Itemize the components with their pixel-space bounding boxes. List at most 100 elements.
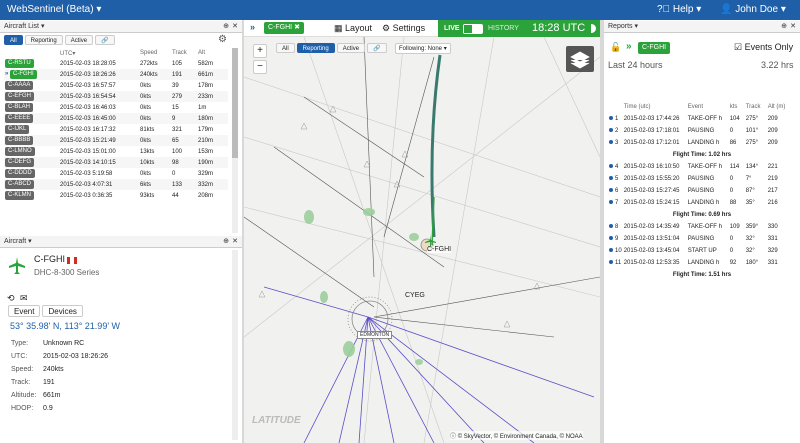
table-row[interactable]: C-BLAH 2015-02-03 16:46:03 0kts 15 1m	[4, 102, 228, 113]
table-row[interactable]: » C-FGHI 2015-02-03 18:26:26 240kts 191 661m	[4, 69, 228, 80]
callsign-badge[interactable]: C-FGHI	[10, 70, 37, 79]
callsign-badge[interactable]: C-AAAA	[5, 81, 34, 90]
callsign-badge[interactable]: C-DEFG	[5, 158, 34, 167]
report-row[interactable]: 1 2015-02-03 17:44:26 TAKE-OFF h 104 275° 209	[608, 113, 796, 125]
callsign-badge[interactable]: C-EFGH	[5, 92, 34, 101]
close-icon[interactable]: ✕	[232, 21, 238, 33]
table-row[interactable]: C-DDDD 2015-02-03 5:19:58 0kts 0 329m	[4, 168, 228, 179]
settings-button[interactable]: ⚙ Settings	[382, 23, 425, 34]
callsign-badge[interactable]: C-RSTU	[5, 59, 34, 68]
following-dropdown[interactable]: Following: None ▾	[395, 43, 451, 54]
report-row[interactable]: 10 2015-02-03 13:45:04 START UP 0 32° 329	[608, 245, 796, 257]
table-row[interactable]: C-IJKL 2015-02-03 16:17:32 81kts 321 179m	[4, 124, 228, 135]
map-tab-active[interactable]: Active	[336, 43, 366, 53]
table-row[interactable]: C-LMNO 2015-02-03 15:01:00 13kts 100 153m	[4, 146, 228, 157]
callsign-badge[interactable]: C-KLMN	[5, 191, 35, 200]
map-attribution: ⓘ © SkyVector, © Environment Canada, © N…	[450, 431, 583, 440]
link-icon[interactable]: 🔗	[95, 35, 115, 45]
utc-clock: 18:28 UTC	[532, 22, 586, 34]
callsign-badge[interactable]: C-DDDD	[5, 169, 35, 178]
zoom-in-button[interactable]: +	[253, 44, 267, 58]
tab-all[interactable]: All	[4, 35, 23, 45]
gear-icon[interactable]: ⚙	[218, 34, 227, 45]
live-history-toggle[interactable]	[463, 24, 483, 34]
report-row[interactable]: 6 2015-02-03 15:27:45 PAUSING 0 87° 217	[608, 185, 796, 197]
close-icon[interactable]: ✕	[790, 21, 796, 33]
report-kts: 0	[729, 248, 734, 254]
pin-icon[interactable]: ⊕	[223, 21, 229, 33]
table-row[interactable]: C-ABCD 2015-02-03 4:07:31 6kts 133 332m	[4, 179, 228, 190]
report-kts: 88	[729, 200, 737, 206]
close-icon[interactable]: ✕	[232, 236, 238, 248]
table-row[interactable]: C-KLMN 2015-02-03 0:36:35 93kts 44 208m	[4, 190, 228, 201]
report-row[interactable]: 4 2015-02-03 16:10:50 TAKE-OFF h 114 134° 221	[608, 161, 796, 173]
help-menu[interactable]: ?⃝ Help ▾	[657, 4, 701, 15]
zoom-out-button[interactable]: −	[253, 60, 267, 74]
col-alt[interactable]: Alt	[197, 48, 228, 58]
history-label[interactable]: HISTORY	[488, 25, 519, 32]
col-num	[614, 101, 623, 113]
report-track: 275°	[745, 116, 759, 122]
history-icon[interactable]: ⟲	[7, 293, 15, 304]
callsign-badge[interactable]: C-BBBB	[5, 136, 34, 145]
table-row[interactable]: C-RSTU 2015-02-03 18:28:05 272kts 105 582m	[4, 58, 228, 69]
user-menu[interactable]: 👤 John Doe ▾	[720, 4, 786, 15]
detail-scrollbar[interactable]	[232, 250, 238, 440]
report-row[interactable]: 11 2015-02-03 12:53:35 LANDING h 92 180° 331	[608, 257, 796, 269]
chevron-double-icon[interactable]: »	[250, 22, 255, 32]
report-num: 6	[615, 188, 619, 194]
map-callsign-tag[interactable]: C-FGHI ✖	[264, 22, 304, 34]
col-utc[interactable]: UTC▾	[59, 48, 139, 58]
pin-icon[interactable]: ⊕	[223, 236, 229, 248]
table-row[interactable]: C-BBBB 2015-02-03 15:21:49 0kts 65 210m	[4, 135, 228, 146]
map-tab-all[interactable]: All	[276, 43, 295, 53]
report-alt: 221	[767, 164, 778, 170]
reports-title[interactable]: Reports	[608, 23, 633, 30]
layers-button[interactable]	[566, 46, 594, 72]
map-tab-reporting[interactable]: Reporting	[296, 43, 335, 53]
callsign-badge[interactable]: C-EEEE	[5, 114, 34, 123]
reports-callsign-tag[interactable]: C-FGHI	[638, 42, 671, 54]
report-alt: 209	[767, 128, 778, 134]
reports-table: Time (utc) Event kts Track Alt (m) 1 2015…	[608, 101, 796, 281]
report-row[interactable]: 3 2015-02-03 17:12:01 LANDING h 86 275° 209	[608, 137, 796, 149]
report-event: TAKE-OFF h	[687, 116, 722, 122]
email-icon[interactable]: ✉	[20, 293, 28, 304]
tab-devices[interactable]: Devices	[42, 305, 83, 317]
report-row[interactable]: 5 2015-02-03 15:55:20 PAUSING 0 7° 219	[608, 173, 796, 185]
speed-cell: 272kts	[140, 60, 158, 67]
app-title[interactable]: WebSentinel (Beta) ▾	[7, 4, 101, 15]
unlock-icon[interactable]: 🔓	[610, 42, 621, 53]
report-row[interactable]: 9 2015-02-03 13:51:04 PAUSING 0 32° 331	[608, 233, 796, 245]
table-row[interactable]: C-EEEE 2015-02-03 16:45:00 0kts 9 180m	[4, 113, 228, 124]
report-row[interactable]: 7 2015-02-03 15:24:15 LANDING h 88 35° 216	[608, 197, 796, 209]
col-track[interactable]: Track	[171, 48, 197, 58]
list-scrollbar[interactable]	[232, 48, 238, 233]
tab-active[interactable]: Active	[64, 35, 94, 45]
aircraft-panel-title[interactable]: Aircraft	[4, 238, 26, 245]
map-canvas[interactable]	[244, 37, 600, 443]
table-row[interactable]: C-AAAA 2015-02-03 16:57:57 0kts 39 178m	[4, 80, 228, 91]
callsign-badge[interactable]: C-ABCD	[5, 180, 35, 189]
detail-row: Type: Unknown RC	[11, 340, 84, 347]
map[interactable]: + − All Reporting Active 🔗 Following: None …	[244, 37, 600, 443]
report-row[interactable]: 2 2015-02-03 17:18:01 PAUSING 0 101° 209	[608, 125, 796, 137]
callsign-badge[interactable]: C-LMNO	[5, 147, 35, 156]
grid-icon: ▦	[334, 23, 343, 33]
aircraft-list-title[interactable]: Aircraft List	[4, 23, 39, 30]
layout-button[interactable]: ▦ Layout	[334, 23, 372, 34]
report-row[interactable]: 8 2015-02-03 14:35:49 TAKE-OFF h 109 359° 330	[608, 221, 796, 233]
pin-icon[interactable]: ⊕	[781, 21, 787, 33]
callsign-badge[interactable]: C-IJKL	[5, 125, 30, 134]
table-row[interactable]: C-DEFG 2015-02-03 14:10:15 10kts 98 190m	[4, 157, 228, 168]
close-icon[interactable]: ✖	[294, 24, 300, 31]
table-row[interactable]: C-EFGH 2015-02-03 16:54:54 0kts 279 233m	[4, 91, 228, 102]
callsign-badge[interactable]: C-BLAH	[5, 103, 34, 112]
col-speed[interactable]: Speed	[139, 48, 171, 58]
tab-reporting[interactable]: Reporting	[24, 35, 63, 45]
link-icon[interactable]: 🔗	[367, 43, 387, 53]
tab-event[interactable]: Event	[8, 305, 41, 317]
map-aircraft-label[interactable]: C-FGHI	[427, 246, 452, 253]
events-only-toggle[interactable]: ☑ Events Only	[734, 42, 793, 53]
report-time: 2015-02-03 15:24:15	[623, 200, 680, 206]
